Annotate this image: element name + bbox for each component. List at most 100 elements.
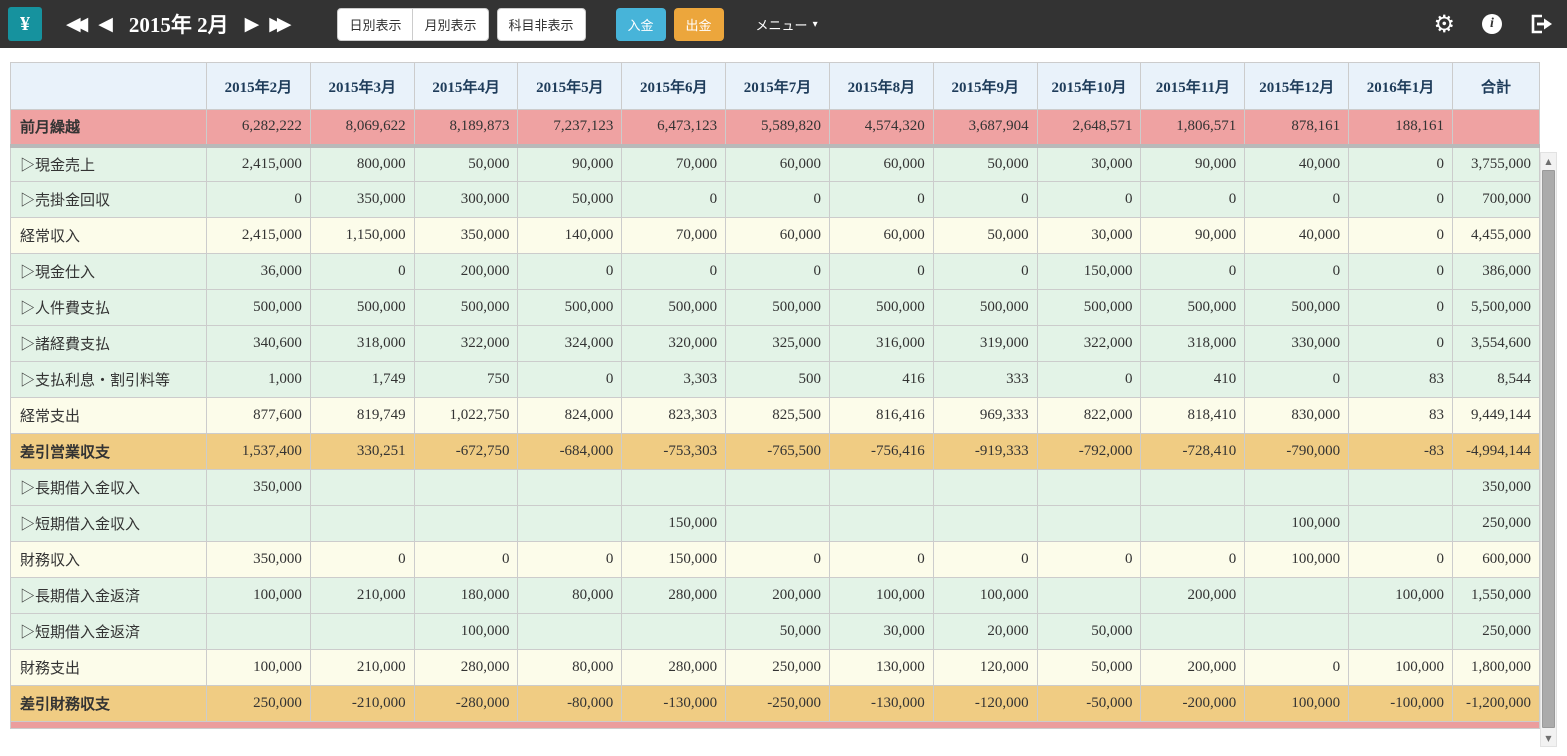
- cell[interactable]: 500,000: [206, 289, 311, 326]
- cell[interactable]: 210,000: [309, 577, 415, 614]
- cell[interactable]: [725, 505, 830, 542]
- cell[interactable]: [1036, 469, 1142, 506]
- cell[interactable]: 200,000: [1140, 577, 1246, 614]
- cell[interactable]: 100,000: [206, 577, 311, 614]
- cell[interactable]: [828, 505, 934, 542]
- cell[interactable]: 40,000: [1244, 145, 1350, 182]
- cell[interactable]: 318,000: [1140, 325, 1246, 362]
- cell[interactable]: 100,000: [828, 577, 934, 614]
- month-column-header[interactable]: 2015年6月: [621, 62, 727, 110]
- daily-view-button[interactable]: 日別表示: [337, 7, 414, 41]
- scroll-down-icon[interactable]: ▼: [1541, 730, 1556, 746]
- prev-period-button[interactable]: ◀: [98, 14, 113, 34]
- cell[interactable]: 0: [828, 253, 934, 290]
- cell[interactable]: 0: [1348, 253, 1453, 290]
- cell[interactable]: [517, 469, 623, 506]
- cell[interactable]: [621, 469, 727, 506]
- cell[interactable]: 500,000: [725, 289, 830, 326]
- cell[interactable]: 30,000: [828, 613, 934, 650]
- cell[interactable]: 50,000: [932, 145, 1038, 182]
- cell[interactable]: 500,000: [413, 289, 519, 326]
- cell[interactable]: [517, 505, 623, 542]
- cell[interactable]: 320,000: [621, 325, 727, 362]
- cell[interactable]: 0: [828, 181, 934, 218]
- cell[interactable]: 3,755,000: [1452, 145, 1540, 182]
- cell[interactable]: 60,000: [828, 145, 934, 182]
- cell[interactable]: 800,000: [309, 145, 415, 182]
- cell[interactable]: 70,000: [621, 145, 727, 182]
- month-column-header[interactable]: 2015年10月: [1036, 62, 1142, 110]
- next-period-button[interactable]: ▶: [245, 14, 260, 34]
- cell[interactable]: [413, 469, 519, 506]
- cell[interactable]: 0: [1348, 289, 1453, 326]
- cell[interactable]: 410: [1140, 361, 1246, 398]
- gear-icon[interactable]: ⚙: [1433, 12, 1455, 36]
- cell[interactable]: [1036, 577, 1142, 614]
- cell[interactable]: [1036, 505, 1142, 542]
- month-column-header[interactable]: 2015年7月: [725, 62, 830, 110]
- cell[interactable]: 0: [517, 361, 623, 398]
- month-column-header[interactable]: 2016年1月: [1348, 62, 1453, 110]
- cell[interactable]: 1,550,000: [1452, 577, 1540, 614]
- cell[interactable]: 350,000: [309, 181, 415, 218]
- cell[interactable]: 322,000: [413, 325, 519, 362]
- cell[interactable]: 0: [1036, 181, 1142, 218]
- menu-dropdown[interactable]: メニュー ▾: [756, 15, 818, 34]
- cell[interactable]: 90,000: [1140, 145, 1246, 182]
- cell[interactable]: 0: [725, 253, 830, 290]
- cell[interactable]: 500,000: [828, 289, 934, 326]
- cell[interactable]: 0: [1244, 181, 1350, 218]
- deposit-button[interactable]: 入金: [615, 7, 666, 41]
- cell[interactable]: [828, 469, 934, 506]
- cell[interactable]: 500: [725, 361, 830, 398]
- cell[interactable]: 0: [1348, 181, 1453, 218]
- month-column-header[interactable]: 2015年5月: [517, 62, 623, 110]
- cell[interactable]: 500,000: [1036, 289, 1142, 326]
- cell[interactable]: [1244, 577, 1350, 614]
- cell[interactable]: 150,000: [1036, 253, 1142, 290]
- month-column-header[interactable]: 2015年3月: [309, 62, 415, 110]
- cell[interactable]: 340,600: [206, 325, 311, 362]
- cell[interactable]: 200,000: [413, 253, 519, 290]
- cell[interactable]: 0: [621, 253, 727, 290]
- cell[interactable]: [932, 505, 1038, 542]
- cell[interactable]: 50,000: [725, 613, 830, 650]
- cell[interactable]: 0: [1244, 361, 1350, 398]
- cell[interactable]: 0: [517, 253, 623, 290]
- cell[interactable]: 8,544: [1452, 361, 1540, 398]
- cell[interactable]: 0: [206, 181, 311, 218]
- cell[interactable]: [932, 469, 1038, 506]
- cell[interactable]: 319,000: [932, 325, 1038, 362]
- cell[interactable]: 0: [1140, 181, 1246, 218]
- cell[interactable]: 0: [932, 181, 1038, 218]
- cell[interactable]: [517, 613, 623, 650]
- scroll-up-icon[interactable]: ▲: [1541, 153, 1556, 169]
- cell[interactable]: 100,000: [1348, 577, 1453, 614]
- scrollbar-thumb[interactable]: [1542, 170, 1555, 728]
- month-column-header[interactable]: 2015年12月: [1244, 62, 1350, 110]
- cell[interactable]: 0: [621, 181, 727, 218]
- cell[interactable]: [1140, 613, 1246, 650]
- cell[interactable]: 500,000: [1140, 289, 1246, 326]
- cell[interactable]: 500,000: [932, 289, 1038, 326]
- cell[interactable]: 1,749: [309, 361, 415, 398]
- info-icon[interactable]: i: [1482, 14, 1502, 34]
- cell[interactable]: [1348, 469, 1453, 506]
- cell[interactable]: 200,000: [725, 577, 830, 614]
- app-logo[interactable]: ¥: [8, 7, 42, 41]
- cell[interactable]: [206, 505, 311, 542]
- cell[interactable]: 280,000: [621, 577, 727, 614]
- cell[interactable]: 90,000: [517, 145, 623, 182]
- cell[interactable]: [309, 505, 415, 542]
- cell[interactable]: [1140, 505, 1246, 542]
- vertical-scrollbar[interactable]: ▲ ▼: [1540, 152, 1557, 747]
- cell[interactable]: 180,000: [413, 577, 519, 614]
- cell[interactable]: [1348, 505, 1453, 542]
- cell[interactable]: 50,000: [1036, 613, 1142, 650]
- cell[interactable]: 700,000: [1452, 181, 1540, 218]
- cell[interactable]: 50,000: [517, 181, 623, 218]
- cell[interactable]: 100,000: [1244, 505, 1350, 542]
- month-column-header[interactable]: 2015年4月: [413, 62, 519, 110]
- cell[interactable]: 325,000: [725, 325, 830, 362]
- cell[interactable]: [1140, 469, 1246, 506]
